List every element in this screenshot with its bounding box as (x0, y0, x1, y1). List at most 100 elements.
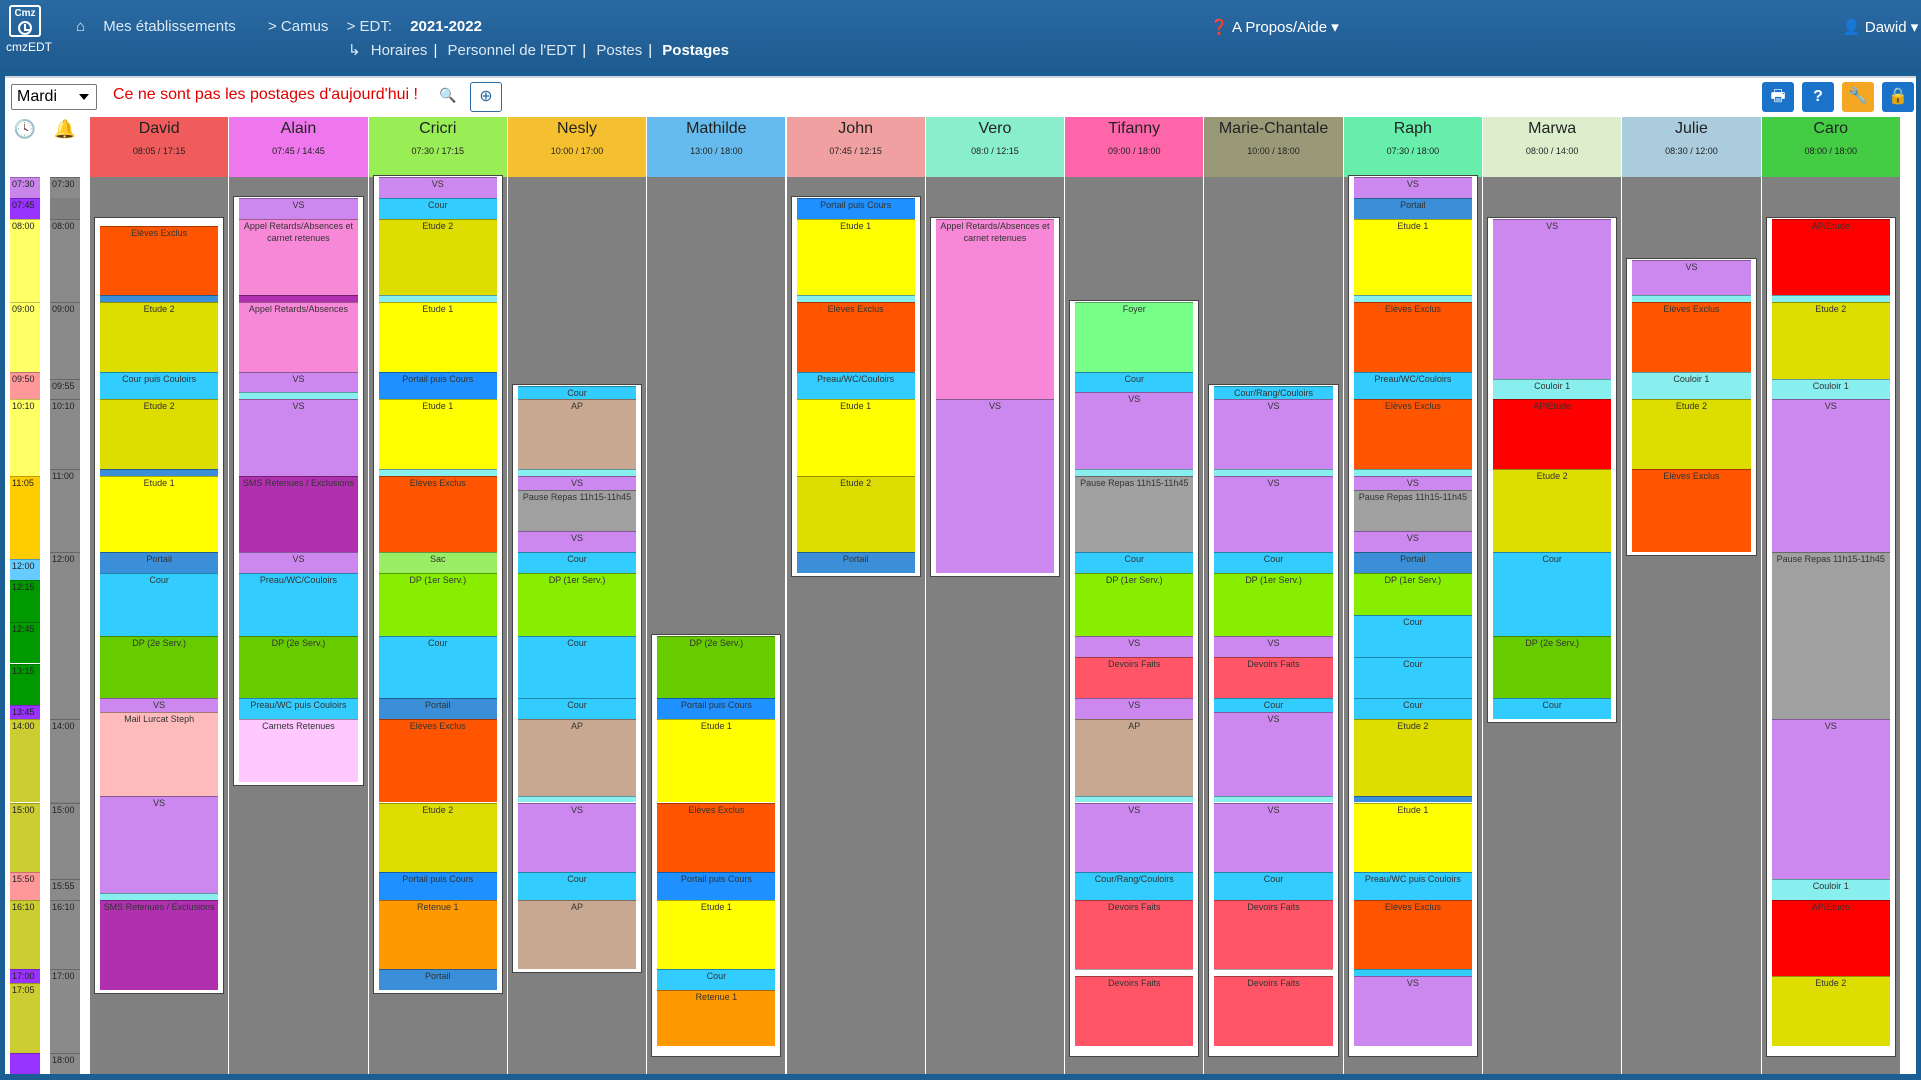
post-block[interactable]: Elèves Exclus (657, 802, 776, 872)
nav-personnel[interactable]: Personnel de l'EDT (448, 42, 577, 59)
post-block[interactable]: Cour puis Couloirs (100, 371, 219, 400)
post-block[interactable]: Cour (657, 969, 776, 991)
post-block[interactable]: Devoirs Faits (1075, 656, 1194, 699)
post-block[interactable]: Portail (796, 552, 915, 574)
post-block[interactable]: Cour/Rang/Couloirs (1214, 385, 1333, 400)
breadcrumb-school[interactable]: > Camus (268, 18, 328, 35)
post-block[interactable]: Preau/WC/Couloirs (796, 371, 915, 400)
staff-header[interactable]: Alain 07:45 / 14:45 (229, 117, 368, 177)
lock-button[interactable]: 🔒 (1882, 82, 1914, 112)
post-block[interactable]: Portail (378, 698, 497, 720)
post-block[interactable]: VS (1075, 698, 1194, 720)
post-block[interactable]: Elèves Exclus (1353, 399, 1472, 469)
staff-header[interactable]: John 07:45 / 12:15 (786, 117, 925, 177)
post-block[interactable]: VS (239, 371, 358, 393)
post-block[interactable]: Appel Retards/Absences et carnet retenue… (935, 218, 1055, 400)
post-block[interactable]: Elèves Exclus (378, 475, 497, 553)
post-block[interactable]: AP (517, 719, 637, 796)
post-block[interactable]: Couloir 1 (1771, 878, 1890, 900)
post-block[interactable]: VS (100, 698, 219, 713)
post-block[interactable] (1075, 468, 1194, 476)
post-block[interactable]: Cour (517, 385, 637, 400)
post-block[interactable]: Cour (1493, 698, 1612, 720)
post-block[interactable] (1075, 969, 1194, 977)
post-block[interactable]: Foyer (1075, 302, 1194, 372)
post-block[interactable]: VS (1075, 802, 1194, 872)
post-block[interactable] (517, 468, 637, 476)
staff-header[interactable]: Cricri 07:30 / 17:15 (368, 117, 507, 177)
post-block[interactable]: Etude 2 (378, 218, 497, 296)
post-block[interactable]: Elèves Exclus (1353, 899, 1472, 970)
post-block[interactable]: VS (1214, 712, 1333, 796)
post-block[interactable]: DP (1er Serv.) (517, 573, 637, 636)
staff-header[interactable]: Mathilde 13:00 / 18:00 (647, 117, 786, 177)
post-block[interactable]: Portail puis Cours (657, 872, 776, 900)
post-block[interactable]: VS (1771, 399, 1890, 553)
post-block[interactable]: VS (517, 802, 637, 872)
post-block[interactable]: Devoirs Faits (1214, 899, 1333, 970)
post-block[interactable]: Portail (1353, 197, 1472, 219)
post-block[interactable]: Cour (1214, 872, 1333, 900)
post-block[interactable]: AP (1075, 719, 1194, 796)
post-block[interactable]: Preau/WC/Couloirs (239, 573, 358, 636)
post-block[interactable]: Etude 1 (100, 475, 219, 553)
post-block[interactable]: Devoirs Faits (1075, 976, 1194, 1046)
post-block[interactable]: DP (1er Serv.) (378, 573, 497, 636)
post-block[interactable]: Retenue 1 (657, 990, 776, 1046)
post-block[interactable]: Etude 2 (100, 399, 219, 469)
post-block[interactable]: Cour (517, 552, 637, 574)
post-block[interactable]: VS (1632, 260, 1751, 296)
post-block[interactable]: Cour (1214, 552, 1333, 574)
post-block[interactable]: Cour (378, 197, 497, 219)
post-block[interactable] (239, 295, 358, 303)
post-block[interactable] (1214, 468, 1333, 476)
post-block[interactable] (1214, 795, 1333, 803)
post-block[interactable]: AP (517, 399, 637, 469)
post-block[interactable] (100, 295, 219, 303)
zoom-in-button[interactable]: ⊕ (470, 82, 502, 112)
post-block[interactable]: DP (2e Serv.) (1493, 635, 1612, 699)
post-block[interactable]: VS (1353, 177, 1472, 198)
post-block[interactable]: Devoirs Faits (1214, 656, 1333, 699)
post-block[interactable] (796, 295, 915, 303)
staff-header[interactable]: Nesly 10:00 / 17:00 (507, 117, 647, 177)
post-block[interactable]: VS (935, 399, 1055, 574)
post-block[interactable]: Etude 2 (1771, 976, 1890, 1046)
post-block[interactable]: Elèves Exclus (1632, 468, 1751, 553)
post-block[interactable]: Cour (100, 573, 219, 636)
post-block[interactable] (1353, 295, 1472, 303)
post-block[interactable]: Devoirs Faits (1214, 976, 1333, 1046)
post-block[interactable] (1075, 795, 1194, 803)
post-block[interactable]: Etude 2 (796, 475, 915, 553)
post-block[interactable]: VS (378, 177, 497, 198)
post-block[interactable]: Couloir 1 (1771, 378, 1890, 400)
nav-postes[interactable]: Postes (596, 42, 642, 59)
app-logo[interactable]: Cmz cmzEDT (6, 5, 52, 63)
post-block[interactable]: Cour (1353, 614, 1472, 657)
post-block[interactable]: Elèves Exclus (1632, 302, 1751, 372)
post-block[interactable] (378, 468, 497, 476)
post-block[interactable]: Elèves Exclus (100, 225, 219, 296)
post-block[interactable]: Pause Repas 11h15-11h45 (1353, 489, 1472, 532)
post-block[interactable]: VS (1075, 392, 1194, 469)
post-block[interactable]: Couloir 1 (1632, 371, 1751, 400)
post-block[interactable]: Etude 2 (1493, 468, 1612, 553)
post-block[interactable]: Etude 2 (1632, 399, 1751, 469)
day-select[interactable]: Mardi (11, 84, 97, 110)
post-block[interactable]: Retenue 1 (378, 899, 497, 970)
nav-postages[interactable]: Postages (662, 42, 729, 59)
post-block[interactable]: DP (1er Serv.) (1214, 573, 1333, 636)
post-block[interactable]: Appel Retards/Absences (239, 302, 358, 372)
settings-button[interactable]: 🔧 (1842, 82, 1874, 112)
staff-header[interactable]: Marwa 08:00 / 14:00 (1483, 117, 1622, 177)
post-block[interactable] (1353, 969, 1472, 977)
post-block[interactable]: Etude 2 (1353, 719, 1472, 796)
post-block[interactable]: VS (100, 795, 219, 893)
help-button[interactable]: ? (1802, 82, 1834, 112)
staff-header[interactable]: Caro 08:00 / 18:00 (1761, 117, 1900, 177)
post-block[interactable]: Elèves Exclus (796, 302, 915, 372)
post-block[interactable]: Devoirs Faits (1075, 899, 1194, 970)
print-button[interactable]: 🖶 (1762, 82, 1794, 112)
staff-header[interactable]: Tifanny 09:00 / 18:00 (1065, 117, 1204, 177)
post-block[interactable]: VS (1353, 531, 1472, 553)
